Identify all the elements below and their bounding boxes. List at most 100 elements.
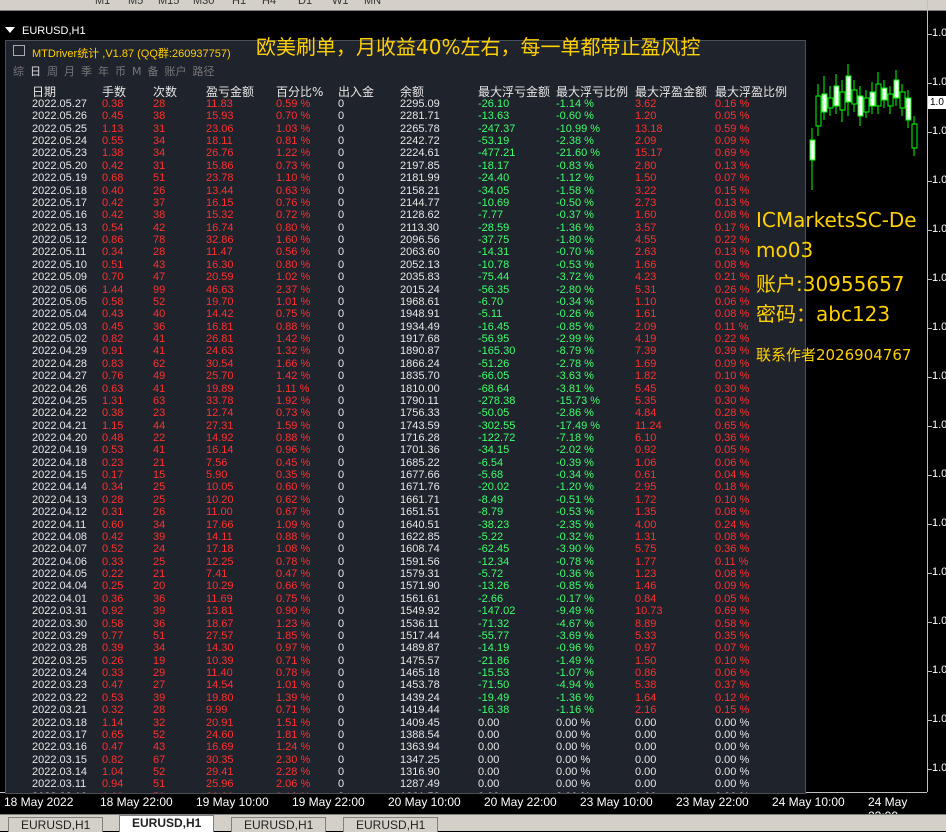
table-cell: 1.14 [102,716,124,729]
panel-tab[interactable]: 备 [148,65,159,78]
candle-body [863,97,870,113]
table-cell: 0.37 % [715,679,750,692]
timeframe-button[interactable]: M30 [193,0,214,7]
table-cell: 15 [153,469,166,482]
table-cell: 51 [153,778,166,791]
table-cell: 0.86 [635,667,657,680]
timeframe-button[interactable]: H4 [262,0,276,7]
panel-tab[interactable]: 月 [64,65,75,78]
table-cell: 0 [338,704,345,717]
table-cell: 0.65 % [715,419,750,432]
table-cell: 0 [338,283,345,296]
table-cell: 0.00 % [715,778,750,791]
table-cell: 1716.28 [400,431,440,444]
panel-tab[interactable]: 年 [98,65,109,78]
timeframe-button[interactable]: D1 [298,0,312,7]
table-cell: 1409.45 [400,716,440,729]
chart-menu-arrow-icon[interactable] [5,27,15,33]
table-cell: 43 [153,741,166,754]
panel-tab[interactable]: 币 [115,65,126,78]
table-cell: 2022.04.22 [32,407,88,420]
table-cell: 0.35 % [276,469,311,482]
table-cell: 0.70 % [276,110,311,123]
table-cell: 2022.05.24 [32,135,88,148]
table-cell: 2022.05.17 [32,196,88,209]
panel-tab[interactable]: 日 [30,65,41,78]
price-tick-mark [928,83,932,84]
panel-tab[interactable]: 路径 [193,65,215,78]
server-name-line1: ICMarketsSC-De [756,208,917,232]
table-cell: 0 [338,221,345,234]
table-cell: 40 [153,308,166,321]
table-cell: 0.60 % [276,481,311,494]
table-cell: 5.31 [635,283,657,296]
table-cell: 2022.05.25 [32,122,88,135]
panel-tab[interactable]: 周 [47,65,58,78]
table-cell: 2022.03.21 [32,704,88,717]
table-cell: 0.43 [102,308,124,321]
table-cell: 10.20 [206,493,234,506]
table-cell: -122.72 [478,431,516,444]
price-tick-label: 1.0 [932,615,946,627]
timeframe-button[interactable]: W1 [332,0,349,7]
table-cell: 2022.03.23 [32,679,88,692]
table-cell: 29 [153,667,166,680]
table-cell: 0.34 [102,481,124,494]
table-cell: 0.65 [102,728,124,741]
table-cell: 17.18 [206,543,234,556]
table-cell: 2022.05.10 [32,258,88,271]
table-cell: 2.28 % [276,765,311,778]
panel-tab[interactable]: 季 [81,65,92,78]
table-cell: -3.63 % [556,370,594,383]
panel-tab[interactable]: 综 [13,65,24,78]
table-cell: 0.06 % [715,667,750,680]
panel-tab[interactable]: M [132,65,142,78]
table-cell: 62 [153,357,166,370]
table-cell: 0 [338,234,345,247]
price-tick-mark [928,279,932,280]
panel-period-tabs: 综日周月季年币 M 备账户 路径 [13,63,221,79]
table-cell: -0.37 % [556,209,594,222]
time-axis[interactable]: 18 May 2022 18 May 22:00 19 May 10:00 19 Ma… [0,792,927,823]
timeframe-button[interactable]: M15 [158,0,179,7]
timeframe-button[interactable]: M5 [128,0,143,7]
price-tick-mark [928,377,932,378]
table-cell: 0 [338,419,345,432]
table-cell: 1671.76 [400,481,440,494]
table-cell: -21.86 [478,654,510,667]
table-cell: -0.83 % [556,159,594,172]
table-cell: 1.38 [102,147,124,160]
table-cell: 1453.78 [400,679,440,692]
timeframe-button[interactable]: H1 [232,0,246,7]
table-cell: 0.97 % [276,642,311,655]
table-cell: 0.08 % [715,308,750,321]
table-cell: -0.51 % [556,493,594,506]
table-cell: -13.26 [478,580,510,593]
table-cell: 0 [338,407,345,420]
table-cell: -2.86 % [556,407,594,420]
table-cell: -2.99 % [556,333,594,346]
table-cell: -0.50 % [556,196,594,209]
table-cell: 0.69 % [715,605,750,618]
table-cell: 0.47 [102,741,124,754]
timeframe-button[interactable]: M1 [95,0,110,7]
price-axis[interactable]: 1.0 1.0 1.0 1.0 1.0 1.0 1.0 1.0 1.0 1.0 1.0 1.0 1.0 1… [927,0,946,792]
tab-chart-window[interactable]: EURUSD,H1 [119,815,215,832]
table-cell: 0.55 [102,135,124,148]
time-tick-label: 19 May 10:00 [196,795,269,809]
table-cell: 0 [338,530,345,543]
table-cell: 0.00 % [556,765,591,778]
table-cell: 0.22 % [715,234,750,247]
table-cell: 0 [338,791,344,793]
time-tick-label: 18 May 2022 [4,795,74,809]
table-cell: 0.00 [478,741,500,754]
panel-title: MTDriver统计 ,V1.87 (QQ群:260937757) [32,48,231,60]
panel-tab[interactable]: 账户 [165,65,187,78]
table-cell: 0 [338,184,345,197]
table-cell: 34 [153,518,166,531]
table-cell: 0.35 % [715,629,750,642]
price-tick-label: 1.0 [932,27,946,39]
table-cell: 2022.04.12 [32,506,88,519]
timeframe-button[interactable]: MN [364,0,381,7]
table-cell: 1.31 [635,530,657,543]
